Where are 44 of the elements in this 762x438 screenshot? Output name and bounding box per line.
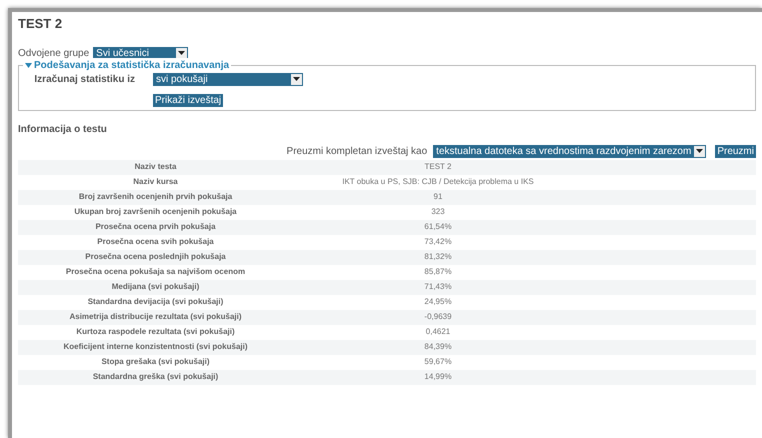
statistic-value: 24,95% xyxy=(423,296,453,308)
statistic-label: Broj završenih ocenjenih prvih pokušaja xyxy=(78,191,234,203)
field-label: Odvojene grupe xyxy=(18,46,90,60)
statistic-label: Ukupan broj završenih ocenjenih pokušaja xyxy=(73,206,238,218)
statistic-value: 14,99% xyxy=(423,371,453,383)
statistic-value: 73,42% xyxy=(423,236,453,248)
statistic-value: -0,9639 xyxy=(423,311,453,323)
group-dropdown[interactable]: Svi učesnici xyxy=(93,46,188,60)
download-button[interactable]: Preuzmi xyxy=(715,144,756,158)
statistic-label: Standardna greška (svi pokušaji) xyxy=(92,371,220,383)
statistic-value: 71,43% xyxy=(423,281,453,293)
statistic-label: Standardna devijacija (svi pokušaji) xyxy=(86,296,224,308)
statistic-value: 61,54% xyxy=(423,221,453,233)
statistic-value: 84,39% xyxy=(423,341,453,353)
download-label: Preuzmi kompletan izveštaj kao xyxy=(286,144,428,158)
caret-icon xyxy=(176,48,188,58)
caret-icon xyxy=(694,146,706,156)
statistic-label: Prosečna ocena pokušaja sa najvišom ocenom xyxy=(64,266,246,278)
statistic-value: IKT obuka u PS, SJB: CJB / Detekcija problema u IKS xyxy=(341,176,535,188)
statistic-label: Naziv testa xyxy=(134,161,178,173)
statistic-value: 323 xyxy=(430,206,446,218)
page-title: TEST 2 xyxy=(18,15,64,33)
statistic-value: 59,67% xyxy=(423,356,453,368)
statistic-label: Prosečna ocena poslednjih pokušaja xyxy=(84,251,227,263)
statistic-value: 81,32% xyxy=(423,251,453,263)
statistic-label: Asimetrija distribucije rezultata (svi pokušaji) xyxy=(68,311,243,323)
statistic-label: Prosečna ocena prvih pokušaja xyxy=(94,221,217,233)
show-report-button[interactable]: Prikaži izveštaj xyxy=(153,94,224,106)
statistic-label: Kurtoza raspodele rezultata (svi pokušaji) xyxy=(75,326,236,338)
statistic-value: 85,87% xyxy=(423,266,453,278)
statistic-label: Stopa grešaka (svi pokušaji) xyxy=(100,356,211,368)
statistic-label: Naziv kursa xyxy=(132,176,179,188)
statistics-dropdown[interactable]: svi pokušaji xyxy=(153,72,303,86)
section-heading: Informacija o testu xyxy=(18,122,108,136)
statistic-label: Koeficijent interne konzistentnosti (svi pokušaji) xyxy=(62,341,249,353)
statistic-value: TEST 2 xyxy=(424,161,452,173)
statistic-value: 0,4621 xyxy=(424,326,452,338)
field-label: Izračunaj statistiku iz xyxy=(33,72,136,86)
statistic-label: Medijana (svi pokušaji) xyxy=(110,281,200,293)
statistic-value: 91 xyxy=(432,191,444,203)
format-dropdown[interactable]: tekstualna datoteka sa vrednostima razdvojenim zarezom xyxy=(433,144,706,158)
caret-icon xyxy=(291,74,302,84)
statistic-label: Prosečna ocena svih pokušaja xyxy=(96,236,215,248)
triangle-icon[interactable] xyxy=(25,62,32,68)
